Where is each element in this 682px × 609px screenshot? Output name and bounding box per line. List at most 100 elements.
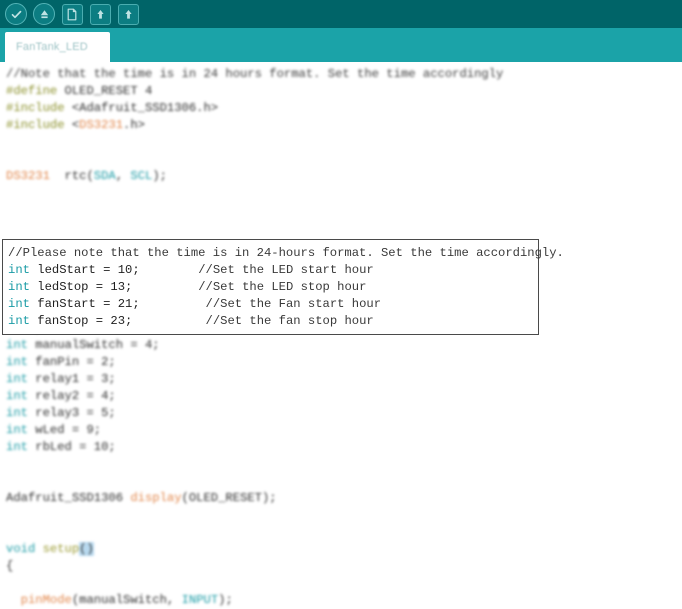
pinmode-function-name: pinMode xyxy=(20,593,72,607)
display-args: (OLED_RESET); xyxy=(181,491,277,505)
declaration-ledstop: ledStop = 13; xyxy=(29,280,133,294)
code-line-display-declaration: Adafruit_SSD1306 display(OLED_RESET); xyxy=(0,490,682,507)
display-instance-name: display xyxy=(123,491,182,505)
gap-spacing xyxy=(132,314,205,328)
rtc-class-name: DS3231 xyxy=(6,169,50,183)
type-keyword: int xyxy=(6,406,28,420)
code-line-comment-top: //Note that the time is in 24 hours form… xyxy=(0,66,682,83)
include-header: <Adafruit_SSD1306.h> xyxy=(64,101,219,115)
pinmode-arg-pin: (manualSwitch, xyxy=(71,593,182,607)
inline-comment-ledstop: //Set the LED stop hour xyxy=(198,280,367,294)
cursor-selection-parens: () xyxy=(79,542,94,556)
code-line-manualswitch: int manualSwitch = 4; xyxy=(0,337,682,354)
declaration-fanstart: fanStart = 21; xyxy=(29,297,140,311)
rtc-arg-sda: SDA xyxy=(93,169,116,183)
code-line-setup-signature: void setup() xyxy=(0,541,682,558)
boxed-line-fanstart: int fanStart = 21; //Set the Fan start h… xyxy=(3,296,538,313)
pinmode-arg-mode: INPUT xyxy=(181,593,219,607)
open-button[interactable] xyxy=(88,2,112,26)
upload-arrow-icon xyxy=(33,3,55,25)
type-keyword: int xyxy=(6,389,28,403)
type-keyword: int xyxy=(8,297,30,311)
gap-spacing xyxy=(140,297,206,311)
preprocessor-keyword: #define xyxy=(6,84,58,98)
highlighted-code-box: //Please note that the time is in 24-hou… xyxy=(2,239,564,335)
new-file-icon xyxy=(61,3,83,25)
gap-spacing xyxy=(132,280,198,294)
include-bracket-open: < xyxy=(64,118,80,132)
code-line-pinmode-manualswitch: pinMode(manualSwitch, INPUT); xyxy=(0,592,682,609)
verify-button[interactable] xyxy=(4,2,28,26)
open-folder-icon xyxy=(89,3,111,25)
rtc-line-end: ); xyxy=(152,169,167,183)
save-disk-icon xyxy=(117,3,139,25)
upload-button[interactable] xyxy=(32,2,56,26)
preprocessor-keyword: #include xyxy=(6,118,65,132)
code-line-relay3: int relay3 = 5; xyxy=(0,405,682,422)
type-keyword: int xyxy=(6,440,28,454)
rtc-arg-separator: , xyxy=(115,169,131,183)
inline-comment-ledstart: //Set the LED start hour xyxy=(198,263,374,277)
tab-bar: FanTank_LED xyxy=(0,28,682,62)
setup-function-name: setup xyxy=(35,542,80,556)
declaration-text: relay3 = 5; xyxy=(27,406,116,420)
preprocessor-keyword: #include xyxy=(6,101,65,115)
new-button[interactable] xyxy=(60,2,84,26)
include-header-suffix: .h> xyxy=(123,118,145,132)
code-line-define-oled-reset: #define OLED_RESET 4 xyxy=(0,83,682,100)
code-line-relay2: int relay2 = 4; xyxy=(0,388,682,405)
boxed-comment-text: //Please note that the time is in 24-hou… xyxy=(8,246,564,260)
toolbar xyxy=(0,0,682,28)
inline-comment-fanstart: //Set the Fan start hour xyxy=(205,297,382,311)
type-keyword: int xyxy=(8,280,30,294)
code-editor[interactable]: //Note that the time is in 24 hours form… xyxy=(0,62,682,607)
save-button[interactable] xyxy=(116,2,140,26)
boxed-line-ledstart: int ledStart = 10; //Set the LED start h… xyxy=(3,262,538,279)
checkmark-icon xyxy=(5,3,27,25)
declaration-text: fanPin = 2; xyxy=(27,355,116,369)
define-value: OLED_RESET 4 xyxy=(57,84,153,98)
code-line-relay1: int relay1 = 3; xyxy=(0,371,682,388)
code-line-include-ds3231: #include <DS3231.h> xyxy=(0,117,682,134)
code-line-rbled: int rbLed = 10; xyxy=(0,439,682,456)
type-keyword: int xyxy=(6,372,28,386)
void-keyword: void xyxy=(6,542,36,556)
declaration-fanstop: fanStop = 23; xyxy=(29,314,133,328)
type-keyword: int xyxy=(8,314,30,328)
inline-comment-fanstop: //Set the fan stop hour xyxy=(205,314,374,328)
declaration-text: relay1 = 3; xyxy=(27,372,116,386)
declaration-text: rbLed = 10; xyxy=(27,440,116,454)
open-brace: { xyxy=(6,559,14,573)
rtc-instance: rtc( xyxy=(49,169,94,183)
rtc-arg-scl: SCL xyxy=(130,169,153,183)
declaration-text: relay2 = 4; xyxy=(27,389,116,403)
sketch-tab[interactable]: FanTank_LED xyxy=(5,32,110,62)
sketch-tab-label: FanTank_LED xyxy=(16,41,88,53)
type-keyword: int xyxy=(6,423,28,437)
display-type-name: Adafruit_SSD1306 xyxy=(6,491,124,505)
code-line-wled: int wLed = 9; xyxy=(0,422,682,439)
gap-spacing xyxy=(140,263,199,277)
comment-text: //Note that the time is in 24 hours form… xyxy=(6,67,504,81)
code-line-include-adafruit: #include <Adafruit_SSD1306.h> xyxy=(0,100,682,117)
type-keyword: int xyxy=(6,355,28,369)
pinmode-line-end: ); xyxy=(218,593,233,607)
boxed-line-comment: //Please note that the time is in 24-hou… xyxy=(3,245,564,262)
code-line-fanpin: int fanPin = 2; xyxy=(0,354,682,371)
declaration-text: manualSwitch = 4; xyxy=(27,338,160,352)
boxed-line-ledstop: int ledStop = 13; //Set the LED stop hou… xyxy=(3,279,538,296)
declaration-text: wLed = 9; xyxy=(27,423,102,437)
boxed-line-fanstop: int fanStop = 23; //Set the fan stop hou… xyxy=(3,313,538,330)
type-keyword: int xyxy=(6,338,28,352)
include-class-name: DS3231 xyxy=(79,118,124,132)
code-line-open-brace: { xyxy=(0,558,682,575)
